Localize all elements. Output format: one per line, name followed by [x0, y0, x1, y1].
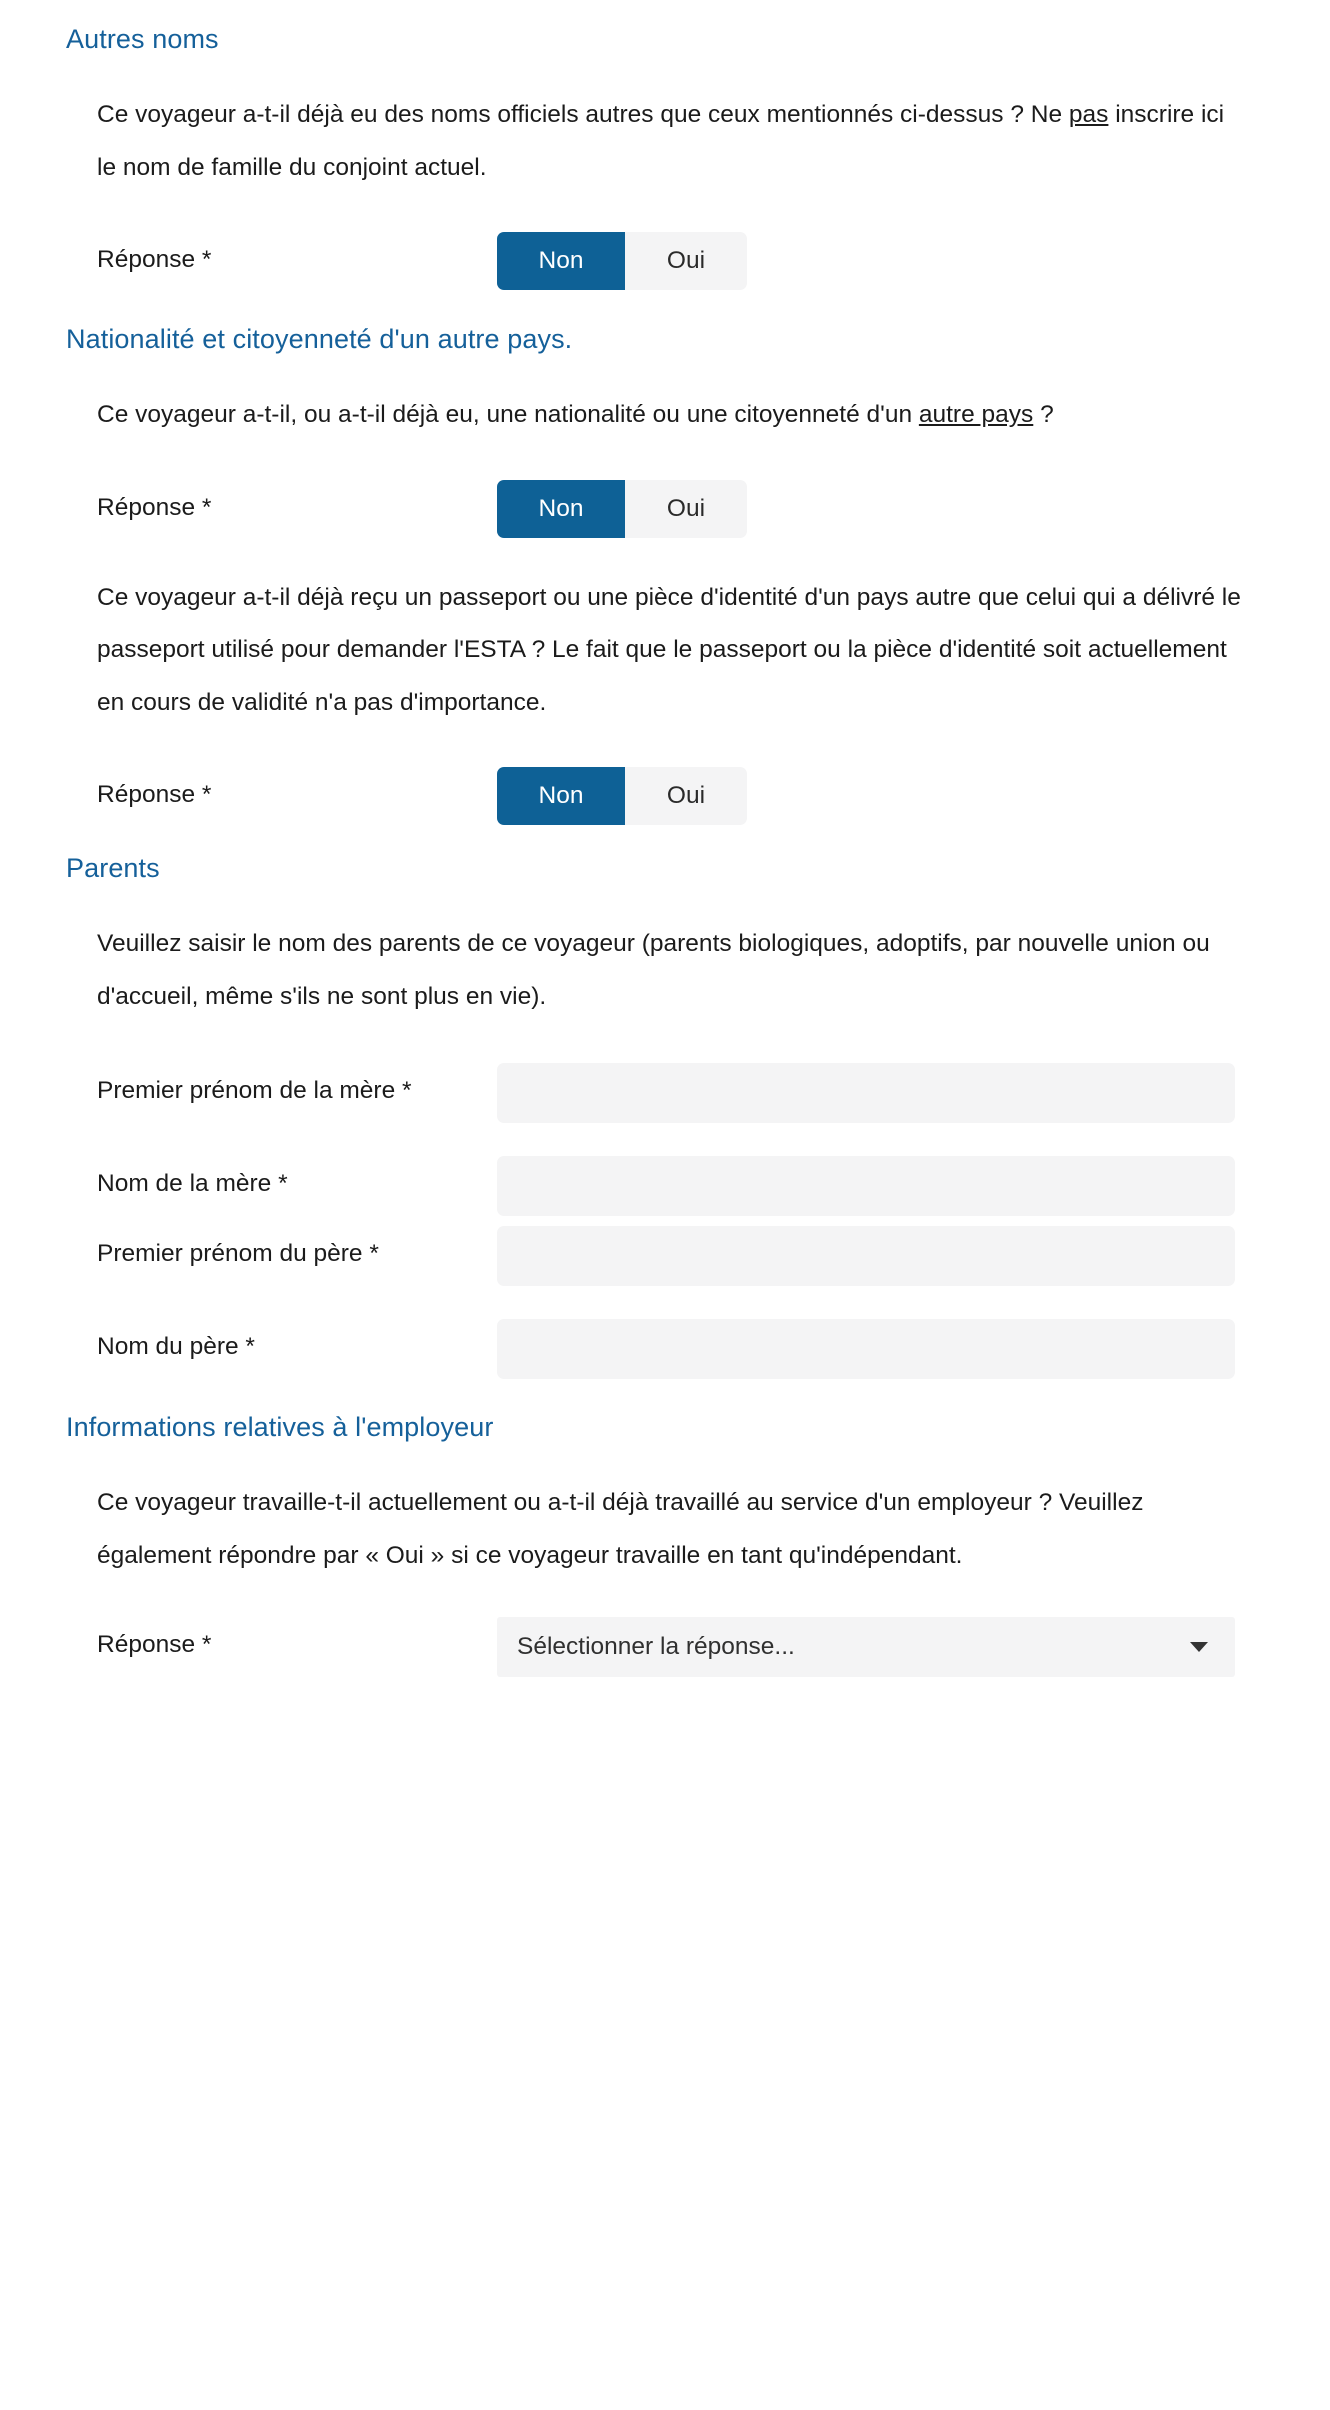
passeport-autre-pays-answer-row: Réponse * Non Oui — [97, 767, 1237, 825]
esta-form-page: Autres noms Ce voyageur a-t-il déjà eu d… — [0, 0, 1330, 2410]
passeport-autre-pays-answer-control: Non Oui — [497, 767, 1237, 825]
employeur-description: Ce voyageur travaille-t-il actuellement … — [97, 1489, 1144, 1569]
nationalite-text-after: ? — [1033, 401, 1054, 428]
nationalite-emphasis: autre pays — [918, 401, 1034, 428]
mother-first-name-input[interactable] — [497, 1063, 1235, 1123]
mother-first-name-row: Premier prénom de la mère * — [97, 1063, 1237, 1123]
father-last-name-input[interactable] — [497, 1319, 1235, 1379]
father-last-name-label: Nom du père * — [97, 1333, 255, 1360]
employeur-select-wrap[interactable]: Sélectionner la réponse... — [497, 1617, 1235, 1677]
section-heading-autres-noms: Autres noms — [66, 24, 219, 54]
passeport-autre-pays-toggle-no[interactable]: Non — [497, 767, 625, 825]
mother-first-name-label: Premier prénom de la mère * — [97, 1077, 412, 1104]
autres-noms-answer-control: Non Oui — [497, 232, 1237, 290]
passeport-autre-pays-description: Ce voyageur a-t-il déjà reçu un passepor… — [97, 583, 1241, 716]
nationalite-text-before: Ce voyageur a-t-il, ou a-t-il déjà eu, u… — [97, 401, 919, 428]
nationalite-description: Ce voyageur a-t-il, ou a-t-il déjà eu, u… — [97, 389, 1245, 442]
passeport-autre-pays-toggle-yes[interactable]: Oui — [625, 767, 747, 825]
nationalite-toggle-group[interactable]: Non Oui — [497, 479, 747, 538]
father-first-name-control — [497, 1226, 1237, 1286]
nationalite-answer-control: Non Oui — [497, 479, 1237, 538]
section-heading-parents: Parents — [66, 853, 160, 883]
autres-noms-text-before: Ce voyageur a-t-il déjà eu des noms offi… — [97, 101, 1069, 128]
employeur-answer-label: Réponse * — [97, 1631, 212, 1658]
employeur-answer-row: Réponse * Sélectionner la réponse... — [97, 1617, 1237, 1677]
mother-last-name-label: Nom de la mère * — [97, 1170, 288, 1197]
mother-last-name-input[interactable] — [497, 1156, 1235, 1216]
autres-noms-emphasis: pas — [1068, 101, 1109, 128]
autres-noms-answer-row: Réponse * Non Oui — [97, 232, 1237, 290]
father-last-name-row: Nom du père * — [97, 1319, 1237, 1379]
nationalite-answer-label: Réponse * — [97, 493, 212, 521]
autres-noms-toggle-yes[interactable]: Oui — [625, 232, 747, 290]
passeport-autre-pays-answer-label: Réponse * — [97, 781, 212, 808]
father-first-name-label: Premier prénom du père * — [97, 1240, 379, 1267]
nationalite-toggle-yes[interactable]: Oui — [625, 479, 747, 538]
autres-noms-toggle-no[interactable]: Non — [497, 232, 625, 290]
parents-description: Veuillez saisir le nom des parents de ce… — [97, 930, 1210, 1010]
autres-noms-description: Ce voyageur a-t-il déjà eu des noms offi… — [97, 89, 1245, 194]
nationalite-toggle-no[interactable]: Non — [497, 479, 625, 538]
autres-noms-toggle-group[interactable]: Non Oui — [497, 232, 747, 290]
section-heading-nationalite: Nationalité et citoyenneté d'un autre pa… — [66, 324, 573, 354]
nationalite-answer-row: Réponse * Non Oui — [97, 479, 1237, 538]
mother-first-name-control — [497, 1063, 1237, 1123]
father-first-name-row: Premier prénom du père * — [97, 1226, 1237, 1286]
father-first-name-input[interactable] — [497, 1226, 1235, 1286]
employeur-select[interactable]: Sélectionner la réponse... — [497, 1617, 1235, 1677]
autres-noms-answer-label: Réponse * — [97, 246, 212, 273]
employeur-answer-control: Sélectionner la réponse... — [497, 1617, 1237, 1677]
father-last-name-control — [497, 1319, 1237, 1379]
passeport-autre-pays-toggle-group[interactable]: Non Oui — [497, 767, 747, 825]
mother-last-name-row: Nom de la mère * — [97, 1156, 1237, 1216]
mother-last-name-control — [497, 1156, 1237, 1216]
section-heading-employeur: Informations relatives à l'employeur — [66, 1412, 494, 1442]
